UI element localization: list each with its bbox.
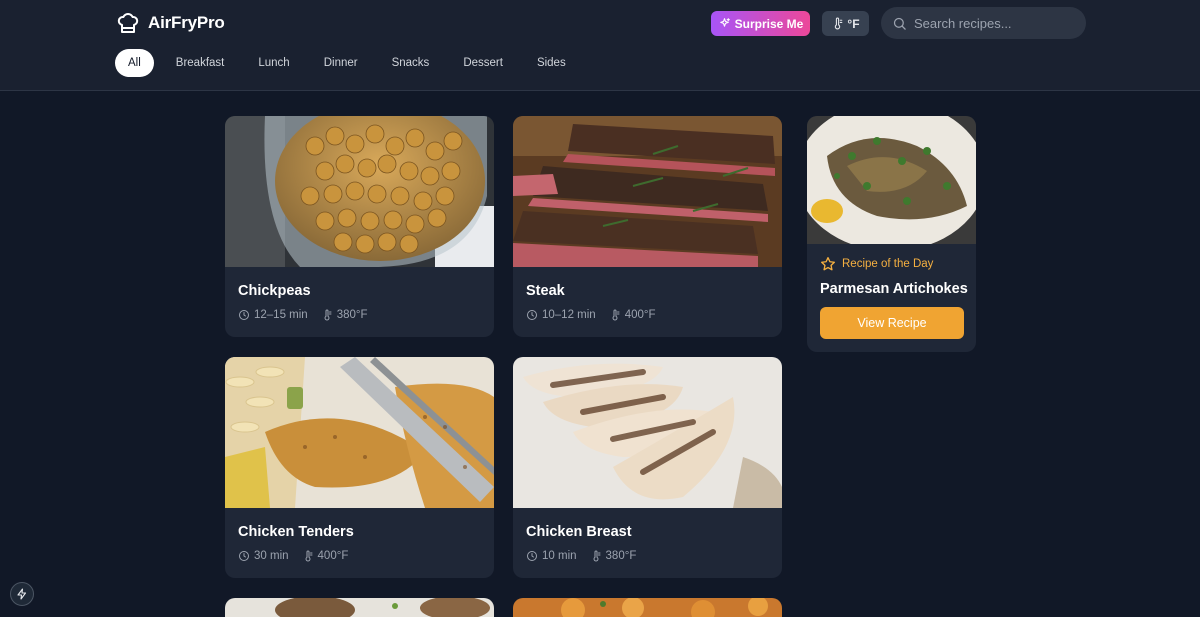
tab-breakfast[interactable]: Breakfast — [160, 49, 241, 77]
tab-lunch[interactable]: Lunch — [242, 49, 305, 77]
search-icon — [893, 17, 906, 30]
top-header: AirFryPro Surprise Me °F All Breakfast L… — [0, 0, 1200, 91]
tab-all[interactable]: All — [115, 49, 154, 77]
tab-snacks[interactable]: Snacks — [376, 49, 446, 77]
cook-temp-value: 380°F — [336, 309, 368, 321]
recipe-meta: 10–12 min 400°F — [526, 309, 669, 321]
cook-time: 30 min — [238, 550, 289, 562]
cook-temp: 380°F — [321, 309, 368, 321]
recipe-card-partial[interactable] — [513, 598, 782, 617]
category-tabs: All Breakfast Lunch Dinner Snacks Desser… — [115, 49, 584, 77]
star-icon — [821, 257, 835, 271]
cook-temp-value: 400°F — [624, 309, 656, 321]
cook-time-value: 10 min — [542, 550, 577, 562]
recipe-of-the-day-card: Recipe of the Day Parmesan Artichokes Vi… — [807, 116, 976, 352]
search-bar[interactable] — [881, 7, 1086, 39]
recipe-of-the-day-label: Recipe of the Day — [820, 256, 933, 272]
recipe-title: Chickpeas — [238, 283, 311, 299]
recipe-card[interactable]: Chickpeas 12–15 min 380°F — [225, 116, 494, 337]
surprise-me-button[interactable]: Surprise Me — [711, 11, 810, 36]
cook-time-value: 10–12 min — [542, 309, 596, 321]
recipe-image — [513, 357, 782, 508]
cook-time-value: 30 min — [254, 550, 289, 562]
brand-name: AirFryPro — [148, 13, 225, 32]
cook-temp-value: 400°F — [317, 550, 349, 562]
cook-temp: 380°F — [590, 550, 637, 562]
cook-time-value: 12–15 min — [254, 309, 308, 321]
cook-temp-value: 380°F — [605, 550, 637, 562]
recipe-meta: 10 min 380°F — [526, 550, 649, 562]
thermometer-icon — [324, 309, 332, 321]
tab-dessert[interactable]: Dessert — [447, 49, 519, 77]
thermometer-icon — [305, 550, 313, 562]
recipe-card-partial[interactable] — [225, 598, 494, 617]
cook-temp: 400°F — [609, 309, 656, 321]
lightning-bolt-icon — [17, 588, 27, 600]
thermometer-icon — [612, 309, 620, 321]
tab-sides[interactable]: Sides — [521, 49, 582, 77]
recipe-image — [513, 116, 782, 267]
temperature-unit-label: °F — [847, 16, 860, 31]
view-recipe-button[interactable]: View Recipe — [820, 307, 964, 339]
cook-temp: 400°F — [302, 550, 349, 562]
thermometer-icon — [593, 550, 601, 562]
recipe-card[interactable]: Chicken Breast 10 min 380°F — [513, 357, 782, 578]
recipe-of-the-day-name: Parmesan Artichokes — [820, 281, 968, 297]
sparkles-icon — [719, 18, 730, 27]
recipe-card[interactable]: Chicken Tenders 30 min 400°F — [225, 357, 494, 578]
thermometer-icon — [835, 17, 843, 30]
recipe-title: Chicken Tenders — [238, 524, 354, 540]
tab-dinner[interactable]: Dinner — [308, 49, 374, 77]
recipe-of-the-day-label-text: Recipe of the Day — [842, 258, 934, 270]
recipe-of-the-day-image — [807, 116, 976, 244]
recipe-meta: 30 min 400°F — [238, 550, 361, 562]
recipe-title: Steak — [526, 283, 565, 299]
cook-time: 10 min — [526, 550, 577, 562]
cook-time: 12–15 min — [238, 309, 308, 321]
clock-icon — [239, 551, 249, 561]
brand-logo[interactable]: AirFryPro — [116, 11, 225, 35]
clock-icon — [527, 551, 537, 561]
chef-hat-icon — [117, 13, 139, 33]
clock-icon — [527, 310, 537, 320]
search-input[interactable] — [914, 15, 1074, 31]
recipe-image — [225, 357, 494, 508]
cook-time: 10–12 min — [526, 309, 596, 321]
surprise-me-label: Surprise Me — [734, 16, 804, 31]
recipe-card[interactable]: Steak 10–12 min 400°F — [513, 116, 782, 337]
recipe-title: Chicken Breast — [526, 524, 632, 540]
clock-icon — [239, 310, 249, 320]
recipe-image — [225, 116, 494, 267]
temperature-unit-toggle[interactable]: °F — [822, 11, 869, 36]
dev-tools-button[interactable] — [10, 582, 34, 606]
recipe-meta: 12–15 min 380°F — [238, 309, 381, 321]
